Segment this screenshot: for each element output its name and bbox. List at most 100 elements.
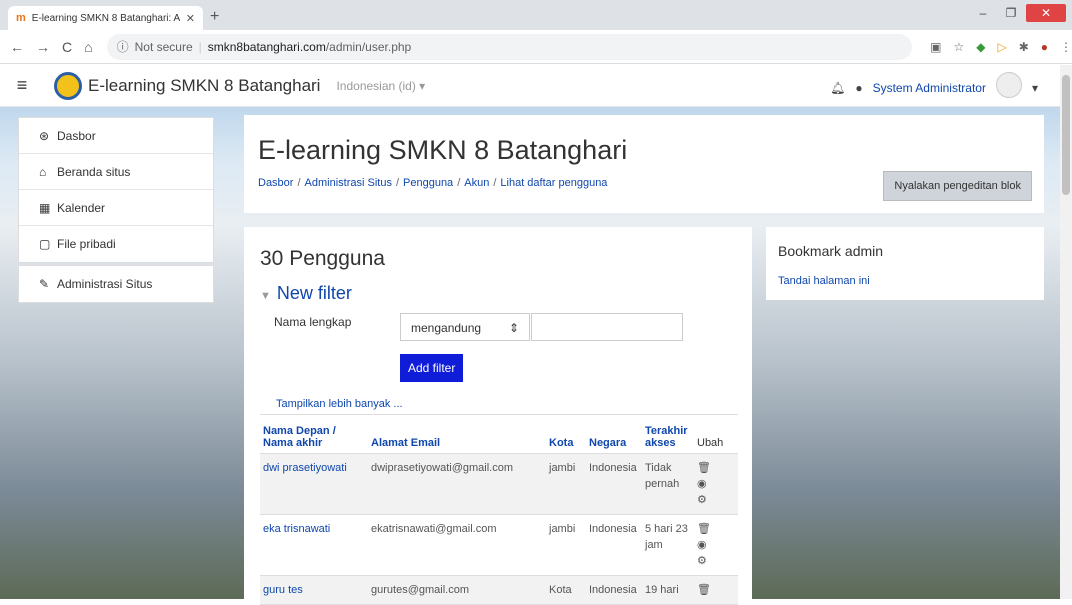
user-last-access: 5 hari 23 jam — [642, 514, 694, 576]
site-name[interactable]: E-learning SMKN 8 Batanghari — [88, 76, 320, 96]
sidebar-item-label: Kalender — [57, 200, 106, 215]
filter-operator-select[interactable]: mengandung ⇕ — [400, 313, 530, 341]
eye-icon[interactable]: ◉ — [697, 476, 736, 492]
notification-bell-icon[interactable]: 🔔︎ — [830, 81, 845, 95]
page-scrollbar[interactable] — [1060, 65, 1072, 599]
user-name[interactable]: System Administrator — [873, 81, 986, 95]
translate-icon[interactable]: ▣ — [930, 40, 941, 54]
filter-value-input[interactable] — [531, 313, 683, 341]
user-name-link[interactable]: dwi prasetiyowati — [260, 453, 368, 515]
extension-icon[interactable]: ◆ — [976, 40, 985, 54]
scrollbar-thumb[interactable] — [1062, 75, 1070, 195]
breadcrumb: Dasbor / Administrasi Situs / Pengguna / Akun /… — [258, 177, 608, 189]
breadcrumb-dasbor[interactable]: Dasbor — [258, 177, 293, 189]
sidebar-item-file-pribadi[interactable]: ▢ File pribadi — [19, 226, 213, 262]
wrench-icon: ✎ — [39, 277, 50, 291]
hamburger-menu-icon[interactable]: ≡ — [0, 75, 44, 96]
delete-icon[interactable]: 🗑︎ — [697, 460, 736, 476]
user-city: jambi — [546, 514, 586, 576]
new-filter-toggle[interactable]: ▼ New filter — [260, 283, 352, 304]
language-selector[interactable]: Indonesian (id) ▾ — [336, 79, 425, 93]
tab-title: E-learning SMKN 8 Batanghari: A — [31, 12, 181, 24]
home-icon[interactable]: ⌂ — [84, 39, 92, 55]
sidebar-item-dasbor[interactable]: ⊛ Dasbor — [19, 118, 213, 154]
page-title: E-learning SMKN 8 Batanghari — [258, 135, 628, 165]
back-icon[interactable]: ← — [10, 39, 24, 55]
user-last-access: Tidak pernah — [642, 453, 694, 515]
moodle-favicon-icon: m — [16, 12, 26, 24]
url-path: /admin/user.php — [325, 39, 412, 54]
select-arrows-icon: ⇕ — [508, 321, 519, 335]
messages-icon[interactable]: ● — [855, 81, 862, 95]
user-city: Kota — [546, 575, 586, 605]
menu-kebab-icon[interactable]: ⋮ — [1060, 40, 1072, 54]
profile-icon[interactable]: ● — [1041, 40, 1048, 54]
user-email: gurutes@gmail.com — [368, 575, 546, 605]
bookmark-star-icon[interactable]: ☆ — [953, 40, 964, 54]
filter-field-label: Nama lengkap — [274, 315, 352, 329]
avatar[interactable] — [995, 72, 1022, 98]
sidebar-admin: ✎ Administrasi Situs — [18, 265, 214, 303]
school-logo — [54, 71, 82, 100]
forward-icon[interactable]: → — [36, 39, 50, 55]
show-more-link[interactable]: Tampilkan lebih banyak ... — [276, 398, 403, 410]
column-header-country[interactable]: Negara — [586, 414, 642, 454]
user-country: Indonesia — [586, 575, 642, 605]
add-filter-button[interactable]: Add filter — [400, 354, 464, 382]
bookmark-admin-block: Bookmark admin Tandai halaman ini — [766, 227, 1044, 300]
close-window-icon[interactable]: ✕ — [1026, 4, 1066, 22]
sidebar-item-beranda-situs[interactable]: ⌂ Beranda situs — [19, 154, 213, 190]
sidebar-nav: ⊛ Dasbor ⌂ Beranda situs ▦ Kalender ▢ Fi… — [18, 117, 214, 263]
user-name-link[interactable]: guru tes — [260, 575, 368, 605]
puzzle-icon[interactable]: ✱ — [1019, 40, 1029, 54]
breadcrumb-lihat-daftar-pengguna[interactable]: Lihat daftar pengguna — [500, 177, 607, 189]
calendar-icon: ▦ — [39, 200, 51, 215]
security-label: Not secure — [134, 39, 193, 54]
table-row: dwi prasetiyowati dwiprasetiyowati@gmail… — [260, 453, 738, 515]
edit-blocks-button[interactable]: Nyalakan pengeditan blok — [883, 171, 1032, 201]
top-navbar: ≡ E-learning SMKN 8 Batanghari Indonesia… — [0, 65, 1060, 107]
sidebar-item-label: Beranda situs — [57, 164, 131, 179]
sidebar-item-kalender[interactable]: ▦ Kalender — [19, 190, 213, 226]
filter-operator-value: mengandung — [411, 321, 482, 335]
eye-icon[interactable]: ◉ — [697, 537, 736, 553]
minimize-icon[interactable]: – — [970, 4, 996, 22]
breadcrumb-pengguna[interactable]: Pengguna — [403, 177, 453, 189]
url-host: smkn8batanghari.com — [207, 39, 326, 54]
new-tab-icon[interactable]: + — [210, 8, 219, 26]
chevron-down-icon[interactable]: ▾ — [1032, 81, 1038, 95]
gear-icon[interactable]: ⚙ — [697, 492, 736, 508]
block-title: Bookmark admin — [778, 243, 884, 259]
column-header-email[interactable]: Alamat Email — [368, 414, 546, 454]
sidebar-item-administrasi-situs[interactable]: ✎ Administrasi Situs — [19, 266, 213, 302]
delete-icon[interactable]: 🗑︎ — [697, 521, 736, 537]
main-content: 30 Pengguna ▼ New filter Nama lengkap men… — [244, 227, 752, 605]
bookmark-page-link[interactable]: Tandai halaman ini — [778, 275, 870, 287]
user-email: dwiprasetiyowati@gmail.com — [368, 453, 546, 515]
column-header-name[interactable]: Nama Depan / Nama akhir — [260, 414, 368, 454]
page-header: E-learning SMKN 8 Batanghari Dasbor / Admi… — [244, 115, 1044, 213]
breadcrumb-administrasi-situs[interactable]: Administrasi Situs — [305, 177, 392, 189]
user-last-access: 19 hari — [642, 575, 694, 605]
browser-tab[interactable]: m E-learning SMKN 8 Batanghari: A ✕ — [8, 6, 203, 30]
table-row: guru tes gurutes@gmail.com Kota Indonesi… — [260, 575, 738, 605]
column-header-city[interactable]: Kota — [546, 414, 586, 454]
dashboard-icon: ⊛ — [39, 128, 50, 143]
user-country: Indonesia — [586, 453, 642, 515]
delete-icon[interactable]: 🗑︎ — [697, 582, 736, 598]
breadcrumb-akun[interactable]: Akun — [464, 177, 489, 189]
caret-down-icon: ▼ — [260, 290, 271, 302]
extension-icon[interactable]: ▷ — [997, 40, 1006, 54]
column-header-last-access[interactable]: Terakhir akses — [642, 414, 694, 454]
url-field[interactable]: ⓘ Not secure | smkn8batanghari.com /admi… — [106, 33, 913, 60]
reload-icon[interactable]: C — [62, 39, 72, 55]
filter-title: New filter — [276, 283, 352, 303]
gear-icon[interactable]: ⚙ — [697, 553, 736, 569]
address-bar: ← → C ⌂ ⓘ Not secure | smkn8batanghari.c… — [0, 30, 1072, 64]
restore-icon[interactable]: ❐ — [998, 4, 1024, 22]
close-tab-icon[interactable]: ✕ — [186, 12, 195, 25]
user-name-link[interactable]: eka trisnawati — [260, 514, 368, 576]
users-table: Nama Depan / Nama akhir Alamat Email Kot… — [260, 414, 738, 605]
user-email: ekatrisnawati@gmail.com — [368, 514, 546, 576]
sidebar-item-label: File pribadi — [57, 237, 116, 251]
